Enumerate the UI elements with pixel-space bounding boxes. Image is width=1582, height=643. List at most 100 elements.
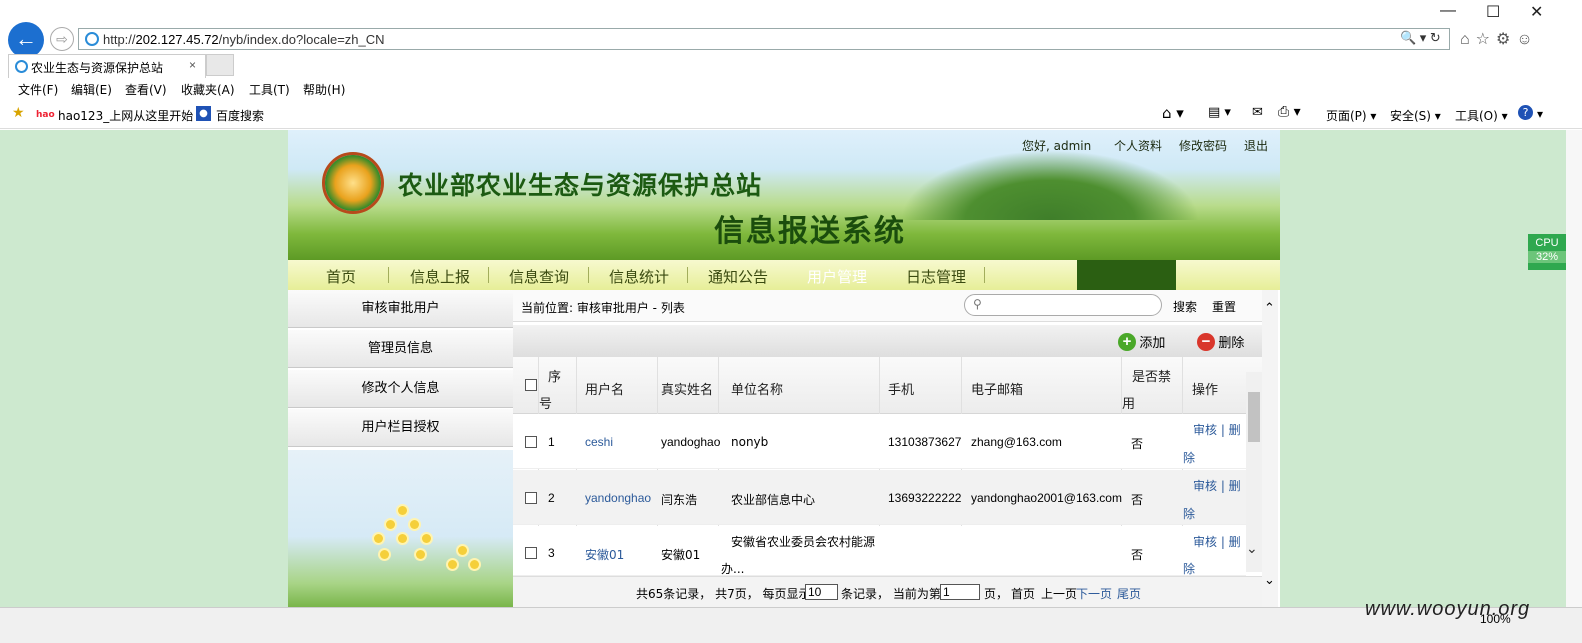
reset-button[interactable]: 重置 [1212,298,1236,315]
nav-statistics[interactable]: 信息统计 [609,266,669,287]
feeds-icon[interactable]: ▤ ▾ [1208,105,1231,120]
link-logout[interactable]: 退出 [1244,137,1268,154]
nav-report[interactable]: 信息上报 [410,266,470,287]
window-scrollbar[interactable] [1566,130,1582,607]
maximize-button[interactable]: ☐ [1486,2,1500,22]
link-profile[interactable]: 个人资料 [1114,137,1162,154]
select-all-checkbox[interactable] [525,379,537,391]
review-delete-link[interactable]: 审核 | 删 [1193,477,1241,494]
cell-username[interactable]: 安徽01 [585,546,624,563]
flower-decoration [416,550,425,559]
cell-realname: yandoghao [661,435,721,449]
table-row[interactable]: 3 安徽01 安徽01 安徽省农业委员会农村能源 办... 否 审核 | 删 除 [513,526,1246,576]
home-icon[interactable]: ⌂ ▾ [1162,104,1184,122]
browser-tab[interactable]: 农业生态与资源保护总站 × [8,54,206,78]
cpu-widget: CPU 32% [1528,234,1566,270]
close-window-button[interactable]: ✕ [1530,2,1543,22]
page-number-input[interactable] [940,584,980,600]
cmd-page[interactable]: 页面(P) ▾ [1326,107,1376,124]
nav-user-management[interactable]: 用户管理 [807,266,867,287]
help-icon[interactable]: ? [1518,105,1533,120]
pager-prev[interactable]: 上一页 [1041,585,1077,602]
address-search-refresh-icons[interactable]: 🔍 ▾ ↻ [1400,30,1441,46]
help-dropdown-icon[interactable]: ▾ [1537,107,1543,121]
delete-link-wrap[interactable]: 除 [1183,560,1195,575]
nav-divider [984,267,985,283]
minimize-button[interactable]: — [1440,2,1456,20]
sidebar-item-column-authorization[interactable]: 用户栏目授权 [288,409,513,447]
menu-file[interactable]: 文件(F) [18,81,58,98]
menu-edit[interactable]: 编辑(E) [71,81,112,98]
nav-notice[interactable]: 通知公告 [708,266,768,287]
delete-link-wrap[interactable]: 除 [1183,505,1195,522]
panel-scroll-up-icon[interactable]: ⌃ [1264,300,1275,316]
cmd-safety[interactable]: 安全(S) ▾ [1390,107,1441,124]
cell-disabled: 否 [1131,548,1144,562]
col-email: 电子邮箱 [971,383,1024,398]
mail-icon[interactable]: ✉ [1252,105,1263,120]
delete-link-wrap[interactable]: 除 [1183,449,1195,466]
nav-query[interactable]: 信息查询 [509,266,569,287]
address-bar[interactable]: http://202.127.45.72/nyb/index.do?locale… [78,28,1450,50]
cell-phone: 13103873627 [888,435,962,449]
sidebar-item-edit-profile[interactable]: 修改个人信息 [288,370,513,408]
forward-button[interactable]: ⇨ [50,27,74,51]
cell-disabled: 否 [1131,493,1144,507]
home-star-gear-icons[interactable]: ⌂☆⚙☺ [1460,29,1539,49]
cell-email: yandonghao2001@163.com [971,491,1122,505]
add-button[interactable]: + 添加 [1118,332,1165,351]
table-row[interactable]: 1 ceshi yandoghao nonyb 13103873627 zhan… [513,414,1246,469]
delete-button[interactable]: − 删除 [1197,332,1244,351]
menu-tools[interactable]: 工具(T) [249,81,290,98]
fav-hao123[interactable]: hao123_上网从这里开始 [58,107,193,124]
table-scroll-thumb[interactable] [1248,392,1260,442]
back-button[interactable]: ← [8,22,44,58]
per-page-input[interactable] [805,584,838,600]
address-url[interactable]: http://202.127.45.72/nyb/index.do?locale… [103,32,385,47]
pager-last[interactable]: 尾页 [1117,585,1141,602]
menu-favorites[interactable]: 收藏夹(A) [181,81,235,98]
hao123-icon: hao [36,110,55,120]
org-logo [322,152,384,214]
search-input[interactable]: ⚲ [964,294,1162,316]
menu-help[interactable]: 帮助(H) [303,81,345,98]
flower-decoration [380,550,389,559]
cell-username[interactable]: ceshi [585,435,613,449]
table-header: 序 号 用户名 真实姓名 单位名称 手机 电子邮箱 是否禁 用 操作 [513,357,1262,414]
new-tab-button[interactable] [206,54,234,76]
col-unit: 单位名称 [731,383,784,398]
cell-username[interactable]: yandonghao [585,491,651,505]
review-delete-link[interactable]: 审核 | 删 [1193,533,1241,550]
flower-decoration [374,534,383,543]
fav-baidu[interactable]: 百度搜索 [216,107,264,124]
table-row[interactable]: 2 yandonghao 闫东浩 农业部信息中心 13693222222 yan… [513,470,1246,525]
favorites-star-icon[interactable]: ★ [12,105,25,121]
pager-next[interactable]: 下一页 [1076,585,1112,602]
cell-email: zhang@163.com [971,435,1062,449]
col-phone: 手机 [888,383,915,398]
nav-home[interactable]: 首页 [326,266,356,287]
flower-decoration [422,534,431,543]
link-change-password[interactable]: 修改密码 [1179,137,1227,154]
panel-scrollbar[interactable]: ⌃ ⌄ [1262,290,1278,607]
row-checkbox[interactable] [525,436,537,448]
sidebar-item-review-users[interactable]: 审核审批用户 [288,290,513,328]
row-checkbox[interactable] [525,547,537,559]
menu-view[interactable]: 查看(V) [125,81,167,98]
review-delete-link[interactable]: 审核 | 删 [1193,421,1241,438]
scroll-down-icon[interactable]: ⌄ [1246,540,1258,557]
cmd-tools[interactable]: 工具(O) ▾ [1455,107,1508,124]
pager-first[interactable]: 首页 [1011,585,1035,602]
flower-decoration [458,546,467,555]
col-disabled-top: 是否禁 [1132,370,1172,385]
panel-scroll-down-icon[interactable]: ⌄ [1264,572,1275,588]
sidebar-item-admin-info[interactable]: 管理员信息 [288,330,513,368]
search-button[interactable]: 搜索 [1173,298,1197,315]
banner-trees [900,150,1200,220]
nav-log-management[interactable]: 日志管理 [906,266,966,287]
print-icon[interactable]: ⎙ ▾ [1278,104,1301,120]
cell-seq: 3 [548,546,555,560]
tab-close-icon[interactable]: × [189,58,196,72]
row-checkbox[interactable] [525,492,537,504]
url-host: 202.127.45.72 [135,32,219,47]
